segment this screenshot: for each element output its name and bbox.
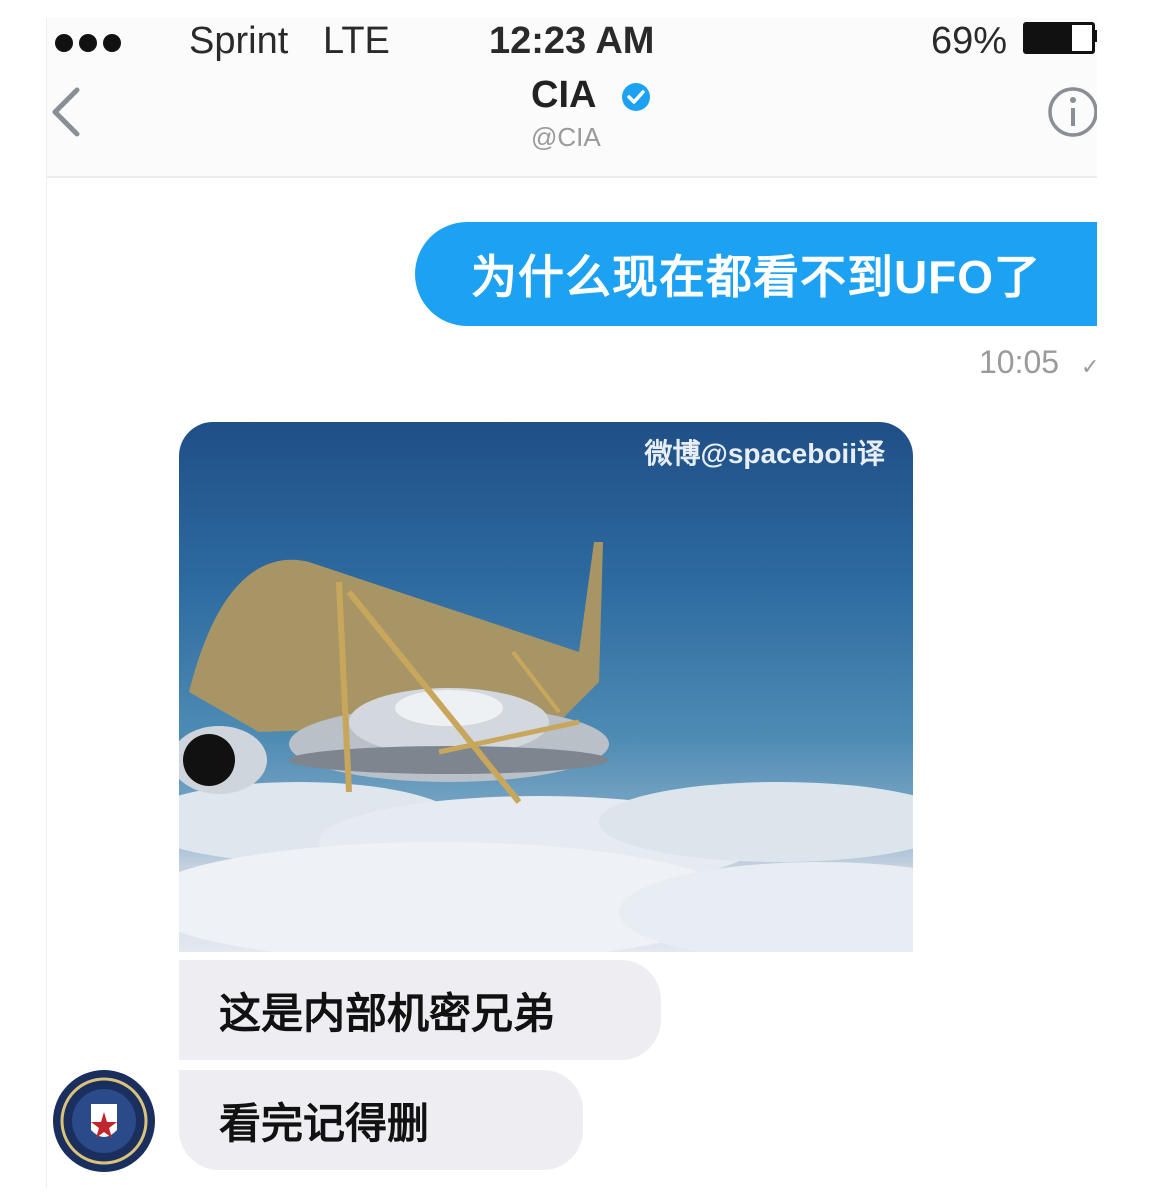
- status-bar: Sprint LTE 12:23 AM 69%: [47, 18, 1097, 66]
- battery-icon: [1023, 22, 1095, 54]
- battery-tip: [1092, 30, 1097, 42]
- verified-badge-icon: [622, 83, 650, 111]
- check-icon: ✓: [1081, 354, 1097, 380]
- chevron-left-icon[interactable]: [47, 84, 87, 140]
- status-time: 12:23 AM: [489, 20, 655, 62]
- conversation-header: CIA @CIA: [47, 66, 1097, 178]
- battery-percent: 69%: [931, 20, 1008, 62]
- incoming-message-bubble[interactable]: 这是内部机密兄弟: [179, 960, 661, 1060]
- cia-seal-avatar[interactable]: [51, 1068, 157, 1174]
- ufo-plane-image: [179, 542, 913, 952]
- carrier-label: Sprint: [189, 20, 289, 62]
- image-watermark: 微博@spaceboii译: [644, 438, 885, 469]
- signal-strength-icon: [55, 34, 121, 52]
- contact-handle: @CIA: [531, 122, 601, 152]
- incoming-message-bubble[interactable]: 看完记得删: [179, 1070, 583, 1170]
- phone-screen: Sprint LTE 12:23 AM 69% CIA @CIA 为什么现在都看…: [46, 18, 1097, 1188]
- outgoing-message-bubble[interactable]: 为什么现在都看不到UFO了: [415, 222, 1097, 326]
- message-timestamp: 10:05: [979, 344, 1060, 380]
- info-icon[interactable]: [1045, 84, 1097, 140]
- incoming-image-message[interactable]: 微博@spaceboii译: [179, 422, 913, 952]
- network-label: LTE: [323, 20, 390, 62]
- contact-name[interactable]: CIA: [531, 74, 596, 117]
- battery-fill: [1026, 25, 1072, 51]
